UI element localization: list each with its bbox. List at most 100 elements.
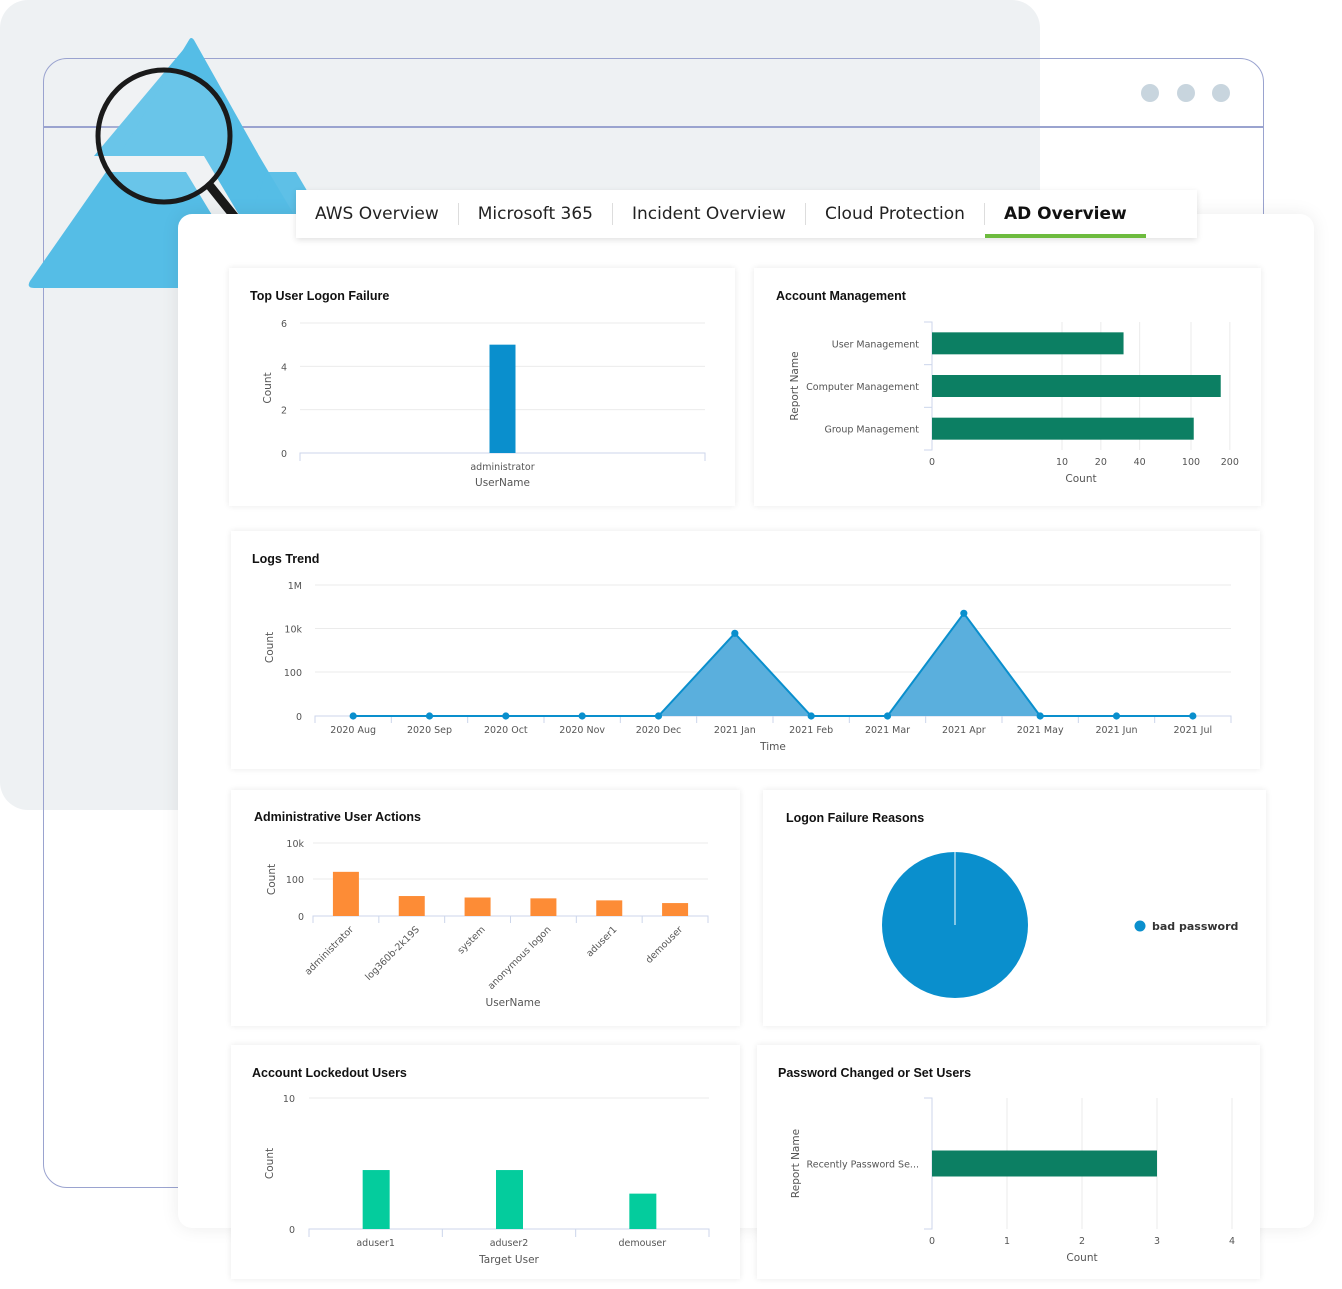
- bar: [629, 1193, 657, 1229]
- x-axis-title: Count: [1066, 1252, 1097, 1264]
- y-tick-label: 0: [298, 912, 304, 923]
- data-point: [349, 712, 357, 720]
- y-tick-label: 100: [284, 668, 302, 679]
- x-tick-label: 2020 Sep: [407, 725, 452, 736]
- x-tick-label: log360b-2k19S: [363, 924, 422, 983]
- magnifying-glass-icon: [95, 67, 247, 229]
- x-tick-label: aduser1: [584, 924, 619, 959]
- data-point: [502, 712, 510, 720]
- x-tick-label: 2021 Feb: [789, 725, 833, 736]
- x-tick-label: 40: [1134, 457, 1146, 468]
- password-changed-or-set-users-chart: 0 1 2 3 4 Recently Password Se... Count Report …: [790, 1097, 1235, 1264]
- x-tick-label: 100: [1182, 457, 1200, 468]
- y-axis-title: Count: [264, 632, 276, 663]
- y-axis-line: [924, 321, 933, 451]
- x-tick-label: 0: [929, 457, 935, 468]
- y-tick-label: 6: [281, 319, 287, 330]
- tab-ad-overview[interactable]: AD Overview: [984, 190, 1146, 238]
- x-tick-label: 4: [1229, 1236, 1235, 1247]
- y-axis-title: Count: [262, 372, 274, 403]
- tab-microsoft-365[interactable]: Microsoft 365: [459, 190, 612, 238]
- logon-failure-reasons-chart: bad password: [882, 852, 1238, 998]
- logs-trend-chart: 0 100 10k 1M 2020 Aug 2020 Sep 2020 Oct 2020 No…: [264, 581, 1232, 753]
- x-axis-line: [314, 715, 1232, 723]
- y-axis-title: Count: [264, 1148, 276, 1179]
- y-tick-label: 0: [281, 449, 287, 460]
- logs-trend-card: Logs Trend 0 100 10k 1M 2020 Aug 2020 Sep 2020…: [231, 531, 1260, 769]
- account-lockedout-users-chart: 0 10 aduser1 aduser2 demouser Target User Coun…: [264, 1094, 710, 1266]
- y-tick-label: 4: [281, 362, 287, 373]
- x-tick-label: 2020 Aug: [330, 725, 376, 736]
- logon-failure-reasons-card: Logon Failure Reasons bad password: [763, 790, 1266, 1026]
- dashboard-tabs: AWS Overview Microsoft 365 Incident Over…: [296, 190, 1197, 238]
- x-tick-label: 200: [1221, 457, 1239, 468]
- x-tick-label: 2021 Jul: [1173, 725, 1212, 736]
- y-tick-label: 10k: [284, 625, 302, 636]
- bar: [398, 896, 425, 916]
- account-management-card: Account Management 0 10 20 40 100 200 User Man…: [754, 268, 1261, 506]
- x-axis-title: Time: [759, 741, 786, 753]
- bar: [530, 898, 557, 916]
- x-tick-label: 2020 Dec: [636, 725, 682, 736]
- x-tick-label: administrator: [303, 924, 356, 977]
- data-point: [1112, 712, 1121, 720]
- bar: [596, 900, 623, 916]
- bar: [489, 344, 516, 453]
- window-control-dot[interactable]: [1212, 84, 1230, 102]
- x-tick-label: 2021 Apr: [942, 725, 986, 736]
- data-point: [807, 712, 815, 720]
- tab-cloud-protection[interactable]: Cloud Protection: [806, 190, 984, 238]
- y-tick-label: Computer Management: [806, 382, 919, 393]
- x-tick-label: anonymous logon: [486, 924, 554, 992]
- bar: [932, 375, 1221, 397]
- y-tick-label: Recently Password Se...: [807, 1160, 919, 1171]
- y-axis-title: Count: [266, 864, 278, 895]
- x-tick-label: 2020 Nov: [559, 725, 605, 736]
- x-tick-label: 10: [1056, 457, 1068, 468]
- bar: [932, 417, 1194, 440]
- window-control-dot[interactable]: [1141, 84, 1159, 102]
- y-tick-label: 0: [296, 712, 302, 723]
- x-tick-label: demouser: [644, 924, 686, 966]
- x-tick-label: aduser2: [490, 1238, 529, 1249]
- bar: [662, 903, 689, 916]
- bar: [362, 1170, 390, 1229]
- administrative-user-actions-card: Administrative User Actions 0 100 10k admin…: [231, 790, 740, 1026]
- y-tick-label: 10: [283, 1094, 295, 1105]
- x-axis-line: [312, 915, 709, 923]
- x-tick-label: 2021 May: [1017, 725, 1064, 736]
- x-tick-label: aduser1: [356, 1238, 395, 1249]
- top-user-logon-failure-card: Top User Logon Failure 0 2 4 6 administrator…: [229, 268, 735, 506]
- x-axis-line: [308, 1228, 710, 1237]
- bar: [332, 871, 359, 916]
- data-point: [960, 609, 968, 617]
- data-point: [425, 712, 434, 720]
- x-tick-label: 2021 Jun: [1095, 725, 1137, 736]
- y-tick-label: 0: [289, 1225, 295, 1236]
- x-axis-title: UserName: [475, 477, 530, 489]
- data-point: [731, 629, 739, 637]
- y-tick-label: Group Management: [824, 425, 919, 436]
- x-axis-title: Target User: [478, 1254, 539, 1266]
- legend-item: bad password: [1152, 920, 1238, 933]
- legend-marker: [1134, 920, 1146, 932]
- x-tick-label: 20: [1095, 457, 1107, 468]
- x-tick-label: 2: [1079, 1236, 1085, 1247]
- x-axis-title: UserName: [486, 997, 541, 1009]
- x-tick-label: 2021 Jan: [714, 725, 756, 736]
- x-tick-label: demouser: [618, 1238, 666, 1249]
- y-tick-label: 100: [286, 875, 304, 886]
- tab-incident-overview[interactable]: Incident Overview: [613, 190, 805, 238]
- data-point: [1189, 712, 1197, 720]
- account-management-chart: 0 10 20 40 100 200 User Management Computer Man…: [789, 321, 1239, 485]
- x-axis-line: [299, 452, 706, 461]
- x-tick-label: 2021 Mar: [865, 725, 910, 736]
- administrative-user-actions-chart: 010010kadministrator log360b-2k19S systema…: [266, 839, 709, 1009]
- y-tick-label: 1M: [288, 581, 302, 592]
- window-control-dot[interactable]: [1177, 84, 1195, 102]
- x-axis-title: Count: [1065, 473, 1096, 485]
- y-tick-label: 10k: [286, 839, 304, 850]
- bar: [464, 897, 491, 916]
- tab-aws-overview[interactable]: AWS Overview: [296, 190, 458, 238]
- password-changed-or-set-users-card: Password Changed or Set Users 0 1 2 3 4 Recen…: [757, 1045, 1260, 1279]
